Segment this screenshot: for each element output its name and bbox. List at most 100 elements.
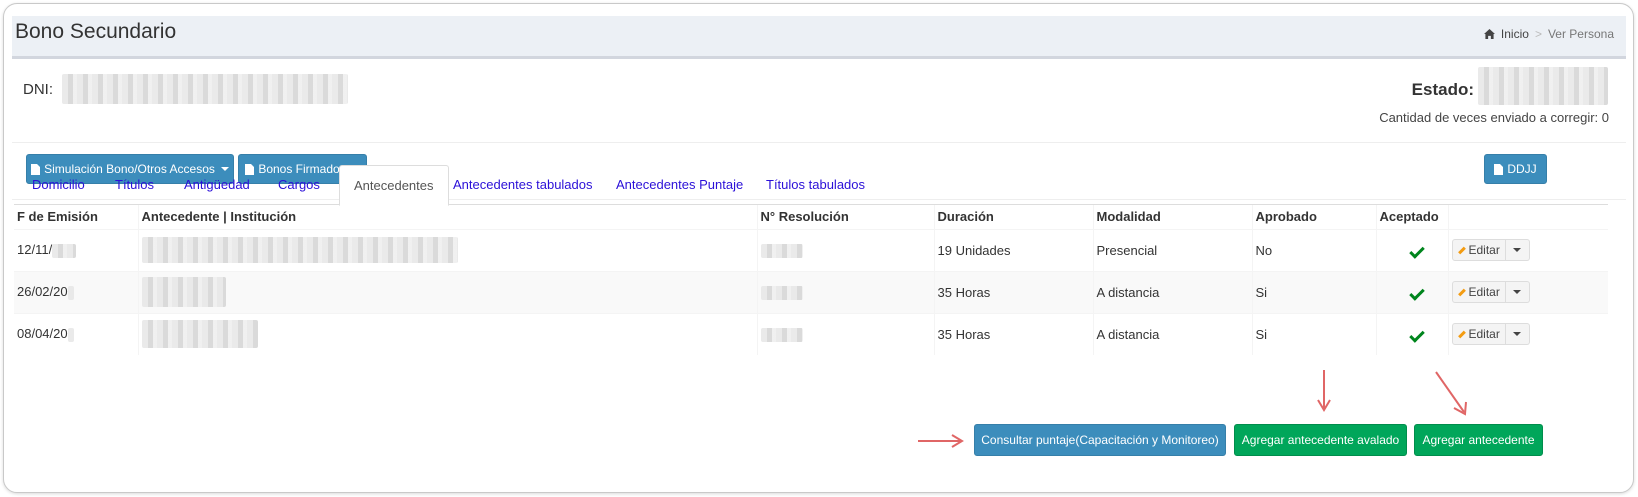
- modalidad-cell: A distancia: [1092, 270, 1252, 313]
- antecedente-cell: [137, 312, 757, 355]
- resolucion-cell: [756, 228, 934, 271]
- redacted: [760, 328, 803, 343]
- tab-antecedentes[interactable]: Antecedentes: [339, 165, 449, 206]
- estado-value-redacted: [1478, 67, 1608, 105]
- edit-label: Editar: [1468, 327, 1500, 342]
- actions-cell: Editar: [1447, 228, 1608, 271]
- antecedente-cell: [137, 228, 757, 271]
- consultar-puntaje-label: Consultar puntaje(Capacitación y Monitor…: [981, 433, 1219, 447]
- dni-label: DNI:: [23, 81, 53, 98]
- modalidad-cell: A distancia: [1092, 312, 1252, 355]
- actions-cell: Editar: [1447, 270, 1608, 313]
- tab-bar: Domicilio Títulos Antigüedad Cargos Ante…: [14, 165, 1608, 206]
- resolucion-cell: [756, 270, 934, 313]
- tab-antecedentes-tabulados[interactable]: Antecedentes tabulados: [439, 165, 607, 205]
- table-row: 26/02/20 35 Horas A distancia Si Editar: [14, 270, 1608, 313]
- edit-button[interactable]: Editar: [1451, 281, 1506, 303]
- edit-dropdown-toggle[interactable]: [1505, 323, 1530, 346]
- aprobado-cell: Si: [1251, 270, 1376, 313]
- estado-label: Estado:: [1411, 80, 1474, 99]
- annotation-arrow-right-icon: [918, 434, 964, 448]
- redacted: [141, 277, 226, 307]
- column-header: Modalidad: [1092, 205, 1252, 230]
- duracion-cell: 35 Horas: [933, 270, 1093, 313]
- redacted: [760, 243, 803, 258]
- pencil-icon: [1457, 246, 1466, 254]
- tab-antiguedad[interactable]: Antigüedad: [170, 165, 264, 205]
- agregar-antecedente-button[interactable]: Agregar antecedente: [1414, 424, 1543, 456]
- table-row: 12/11/ 19 Unidades Presencial No Editar: [14, 228, 1608, 271]
- column-header: Antecedente | Institución: [137, 205, 757, 230]
- table-header-row: F de Emisión Antecedente | Institución N…: [14, 205, 1608, 230]
- caret-down-icon: [1513, 248, 1522, 252]
- redacted: [141, 237, 458, 263]
- page-title: Bono Secundario: [15, 20, 177, 43]
- aceptado-cell: [1375, 270, 1448, 313]
- redacted: [52, 243, 77, 258]
- edit-label: Editar: [1468, 243, 1500, 257]
- check-icon: [1408, 326, 1425, 343]
- annotation-arrow-diagonal-icon: [1435, 371, 1467, 416]
- edit-button-group: Editar: [1451, 323, 1606, 346]
- fecha-text: 12/11/: [17, 242, 53, 258]
- breadcrumb: Inicio > Ver Persona: [1483, 27, 1614, 41]
- redacted: [67, 328, 74, 343]
- fecha-text: 08/04/20: [17, 326, 68, 342]
- edit-button-group: Editar: [1451, 239, 1606, 261]
- column-header: N° Resolución: [756, 205, 934, 230]
- antecedente-cell: [137, 270, 757, 313]
- fecha-text: 26/02/20: [17, 284, 68, 300]
- check-icon: [1408, 284, 1425, 301]
- fecha-cell: 08/04/20: [14, 312, 138, 355]
- fecha-cell: 12/11/: [14, 228, 138, 271]
- column-header: [1447, 205, 1608, 230]
- pencil-icon: [1457, 288, 1466, 296]
- pencil-icon: [1457, 330, 1466, 339]
- tab-cargos[interactable]: Cargos: [264, 165, 334, 205]
- tab-antecedentes-puntaje[interactable]: Antecedentes Puntaje: [602, 165, 757, 205]
- fecha-cell: 26/02/20: [14, 270, 138, 313]
- agregar-antecedente-avalado-button[interactable]: Agregar antecedente avalado: [1234, 424, 1407, 456]
- modalidad-cell: Presencial: [1092, 228, 1252, 271]
- column-header: F de Emisión: [14, 205, 138, 230]
- tab-titulos-tabulados[interactable]: Títulos tabulados: [752, 165, 879, 205]
- antecedentes-table: F de Emisión Antecedente | Institución N…: [14, 205, 1608, 355]
- edit-dropdown-toggle[interactable]: [1505, 281, 1530, 303]
- breadcrumb-current: Ver Persona: [1547, 27, 1614, 41]
- redacted: [760, 285, 803, 300]
- consultar-puntaje-button[interactable]: Consultar puntaje(Capacitación y Monitor…: [974, 424, 1226, 456]
- edit-label: Editar: [1468, 285, 1500, 299]
- dni-value-redacted: [62, 74, 348, 104]
- divider: [12, 142, 1626, 143]
- caret-down-icon: [1513, 332, 1522, 337]
- tab-titulos[interactable]: Títulos: [101, 165, 168, 205]
- corregir-count-text: Cantidad de veces enviado a corregir: 0: [1379, 110, 1609, 125]
- annotation-arrow-down-icon: [1317, 370, 1331, 412]
- check-icon: [1408, 242, 1425, 259]
- edit-button[interactable]: Editar: [1451, 323, 1506, 346]
- window-frame: Bono Secundario Inicio > Ver Persona DNI…: [3, 3, 1634, 493]
- aceptado-cell: [1375, 228, 1448, 271]
- duracion-cell: 19 Unidades: [933, 228, 1093, 271]
- column-header: Aceptado: [1375, 205, 1448, 230]
- edit-dropdown-toggle[interactable]: [1505, 239, 1530, 261]
- breadcrumb-home-link[interactable]: Inicio: [1501, 27, 1529, 41]
- resolucion-cell: [756, 312, 934, 355]
- aceptado-cell: [1375, 312, 1448, 355]
- table-row: 08/04/20 35 Horas A distancia Si Editar: [14, 312, 1608, 355]
- column-header: Aprobado: [1251, 205, 1376, 230]
- caret-down-icon: [1513, 290, 1522, 294]
- agregar-avalado-label: Agregar antecedente avalado: [1241, 433, 1400, 447]
- breadcrumb-separator: >: [1534, 27, 1542, 41]
- edit-button-group: Editar: [1451, 281, 1606, 303]
- edit-button[interactable]: Editar: [1451, 239, 1506, 261]
- home-icon[interactable]: [1483, 29, 1495, 39]
- redacted: [141, 320, 258, 349]
- aprobado-cell: No: [1251, 228, 1376, 271]
- duracion-cell: 35 Horas: [933, 312, 1093, 355]
- agregar-label: Agregar antecedente: [1422, 433, 1535, 447]
- tab-domicilio[interactable]: Domicilio: [18, 165, 99, 205]
- redacted: [67, 285, 74, 300]
- aprobado-cell: Si: [1251, 312, 1376, 355]
- actions-cell: Editar: [1447, 312, 1608, 355]
